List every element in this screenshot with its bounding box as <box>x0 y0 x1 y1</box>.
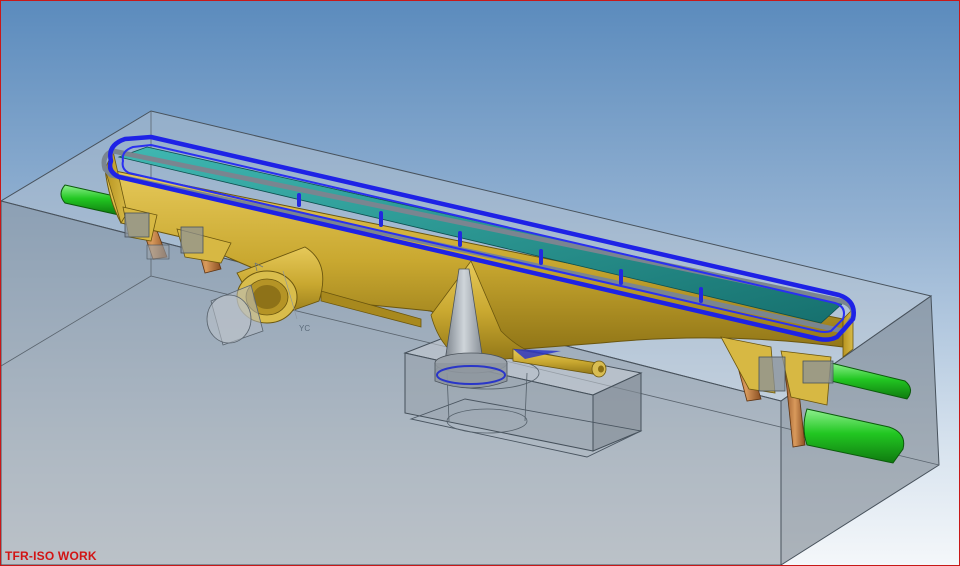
graphics-viewport[interactable]: YC TFR-ISO WORK <box>0 0 960 566</box>
view-name-label: TFR-ISO WORK <box>5 549 97 563</box>
axis-label-yc: YC <box>299 324 310 333</box>
cad-model-scene[interactable]: YC <box>1 1 959 565</box>
